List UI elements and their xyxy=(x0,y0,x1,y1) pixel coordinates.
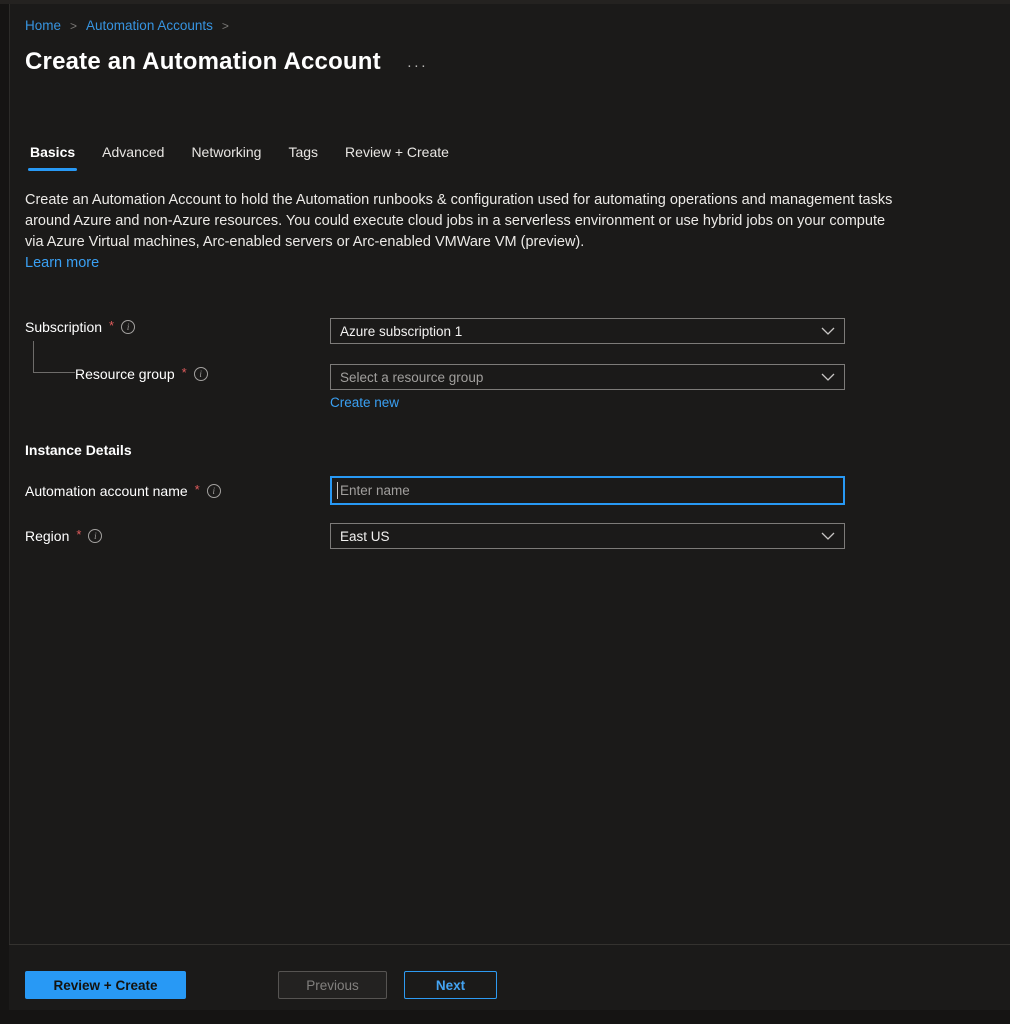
tab-tags[interactable]: Tags xyxy=(288,144,318,171)
wizard-footer: Review + Create Previous Next xyxy=(9,944,1010,1010)
subscription-resource-group-connector xyxy=(33,341,75,373)
chevron-down-icon xyxy=(821,373,835,381)
chevron-down-icon xyxy=(821,327,835,335)
tab-advanced[interactable]: Advanced xyxy=(102,144,164,171)
tab-review-create[interactable]: Review + Create xyxy=(345,144,449,171)
required-asterisk: * xyxy=(195,482,200,497)
resource-group-label-text: Resource group xyxy=(75,366,175,382)
breadcrumb-separator-icon: > xyxy=(222,19,229,33)
info-icon[interactable]: i xyxy=(121,320,135,334)
info-icon[interactable]: i xyxy=(194,367,208,381)
breadcrumb-home-link[interactable]: Home xyxy=(25,18,61,33)
create-automation-account-panel: Home > Automation Accounts > Create an A… xyxy=(9,4,1010,1010)
more-options-icon[interactable]: ··· xyxy=(407,51,428,74)
intro-text: Create an Automation Account to hold the… xyxy=(25,192,892,250)
resource-group-placeholder: Select a resource group xyxy=(340,370,483,385)
breadcrumb: Home > Automation Accounts > xyxy=(25,18,229,33)
account-name-input[interactable] xyxy=(330,476,845,505)
account-name-label: Automation account name * i xyxy=(25,478,221,504)
region-dropdown[interactable]: East US xyxy=(330,523,845,549)
breadcrumb-separator-icon: > xyxy=(70,19,77,33)
resource-group-label: Resource group * i xyxy=(75,361,208,387)
required-asterisk: * xyxy=(182,365,187,380)
intro-description: Create an Automation Account to hold the… xyxy=(25,190,897,274)
wizard-tabs: Basics Advanced Networking Tags Review +… xyxy=(30,144,449,171)
page-header: Create an Automation Account ··· xyxy=(25,48,428,76)
account-name-label-text: Automation account name xyxy=(25,483,188,499)
region-label-text: Region xyxy=(25,528,69,544)
required-asterisk: * xyxy=(76,527,81,542)
review-create-button[interactable]: Review + Create xyxy=(25,971,186,999)
info-icon[interactable]: i xyxy=(207,484,221,498)
page-title: Create an Automation Account xyxy=(25,48,381,76)
region-label: Region * i xyxy=(25,523,102,549)
info-icon[interactable]: i xyxy=(88,529,102,543)
learn-more-link[interactable]: Learn more xyxy=(25,253,99,274)
breadcrumb-automation-accounts-link[interactable]: Automation Accounts xyxy=(86,18,213,33)
page: Home > Automation Accounts > Create an A… xyxy=(0,0,1010,1024)
tab-basics[interactable]: Basics xyxy=(30,144,75,171)
region-selected-value: East US xyxy=(340,529,390,544)
text-cursor xyxy=(337,482,338,499)
resource-group-dropdown[interactable]: Select a resource group xyxy=(330,364,845,390)
subscription-label: Subscription * i xyxy=(25,314,135,340)
subscription-selected-value: Azure subscription 1 xyxy=(340,324,462,339)
previous-button[interactable]: Previous xyxy=(278,971,387,999)
account-name-input-wrap xyxy=(330,476,845,505)
tab-networking[interactable]: Networking xyxy=(191,144,261,171)
subscription-label-text: Subscription xyxy=(25,319,102,335)
required-asterisk: * xyxy=(109,318,114,333)
chevron-down-icon xyxy=(821,532,835,540)
create-new-resource-group-link[interactable]: Create new xyxy=(330,395,399,410)
subscription-dropdown[interactable]: Azure subscription 1 xyxy=(330,318,845,344)
instance-details-heading: Instance Details xyxy=(25,442,132,458)
next-button[interactable]: Next xyxy=(404,971,497,999)
